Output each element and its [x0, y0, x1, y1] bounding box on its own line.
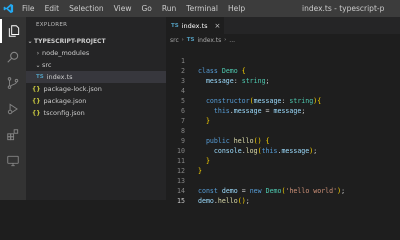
tree-item-label: tsconfig.json [43, 109, 85, 117]
tree-item-label: src [42, 61, 52, 69]
search-icon[interactable] [0, 45, 26, 69]
chevron-right-icon: › [224, 37, 227, 43]
code-text: demo.hello(); [198, 197, 250, 205]
close-icon[interactable]: × [215, 22, 221, 30]
code-line: 12 [166, 156, 400, 175]
tab-index-ts[interactable]: TS index.ts × [166, 17, 224, 34]
source-control-icon[interactable] [0, 71, 26, 95]
tree-item-package-lock-json[interactable]: {} package-lock.json [26, 83, 166, 95]
code-line: 14 demo.hello(); [166, 176, 400, 205]
tree-item-label: package.json [43, 97, 87, 105]
tree-item-label: package-lock.json [43, 85, 102, 93]
breadcrumb-more[interactable]: ... [229, 37, 235, 44]
chevron-right-icon: › [181, 37, 184, 43]
code-line-active: 15 [166, 186, 400, 205]
code-line: 7 [166, 106, 400, 125]
tab-label: index.ts [181, 21, 208, 30]
code-line: 5 this.message = message; [166, 86, 400, 115]
editor-tab-bar: TS index.ts × [166, 17, 400, 34]
menu-view[interactable]: View [109, 0, 137, 17]
explorer-title: EXPLORER [36, 22, 68, 28]
project-name: TYPESCRIPT-PROJECT [34, 37, 106, 45]
window-title: index.ts - typescript-p [302, 4, 385, 13]
code-line: 10 } [166, 136, 400, 165]
menu-selection[interactable]: Selection [64, 0, 109, 17]
code-line: 6 } [166, 96, 400, 125]
chevron-down-icon: ⌄ [27, 37, 33, 45]
menu-go[interactable]: Go [136, 0, 156, 17]
chevron-right-icon: › [36, 49, 40, 57]
tree-item-label: node_modules [42, 49, 90, 57]
line-number: 15 [177, 197, 185, 205]
extensions-icon[interactable] [0, 123, 26, 147]
project-folder-header[interactable]: ⌄ TYPESCRIPT-PROJECT [26, 35, 166, 47]
run-debug-icon[interactable] [0, 97, 26, 121]
menu-terminal[interactable]: Terminal [181, 0, 223, 17]
code-line: 9 console.log(this.message); [166, 126, 400, 155]
editor-area: TS index.ts × src › TS index.ts › ... 1 … [166, 17, 400, 205]
json-file-icon: {} [32, 85, 41, 93]
tree-item-package-json[interactable]: {} package.json [26, 95, 166, 107]
tree-item-node-modules[interactable]: › node_modules [26, 47, 166, 59]
menu-help[interactable]: Help [223, 0, 250, 17]
title-bar: File Edit Selection View Go Run Terminal… [0, 0, 400, 17]
vscode-logo-icon [0, 0, 17, 17]
remote-explorer-icon[interactable] [0, 149, 26, 173]
explorer-sidebar: EXPLORER ⌄ TYPESCRIPT-PROJECT › node_mod… [26, 17, 166, 200]
breadcrumb-file[interactable]: index.ts [197, 37, 221, 44]
code-line: 1 class Demo { [166, 46, 400, 75]
typescript-file-icon: TS [36, 74, 44, 80]
menu-run[interactable]: Run [157, 0, 181, 17]
activity-bar [0, 17, 26, 200]
code-line: 3 [166, 66, 400, 85]
typescript-file-icon: TS [171, 22, 179, 29]
menu-edit[interactable]: Edit [40, 0, 65, 17]
typescript-file-icon: TS [186, 37, 195, 43]
files-icon[interactable] [0, 19, 26, 43]
tree-item-tsconfig-json[interactable]: {} tsconfig.json [26, 107, 166, 119]
chevron-down-icon: ⌄ [35, 61, 41, 69]
tree-item-index-ts[interactable]: TS index.ts [26, 71, 166, 83]
tree-item-src[interactable]: ⌄ src [26, 59, 166, 71]
tree-item-label: index.ts [46, 73, 73, 81]
json-file-icon: {} [32, 97, 41, 105]
menu-file[interactable]: File [17, 0, 40, 17]
code-line: 13 const demo = new Demo('hello world'); [166, 166, 400, 195]
json-file-icon: {} [32, 109, 41, 117]
code-line: 8 public hello() { [166, 116, 400, 145]
breadcrumb-folder[interactable]: src [170, 37, 179, 44]
code-line: 2 message: string; [166, 56, 400, 85]
code-line: 11 } [166, 146, 400, 175]
code-line: 4 constructor(message: string){ [166, 76, 400, 105]
breadcrumb: src › TS index.ts › ... [170, 35, 235, 45]
